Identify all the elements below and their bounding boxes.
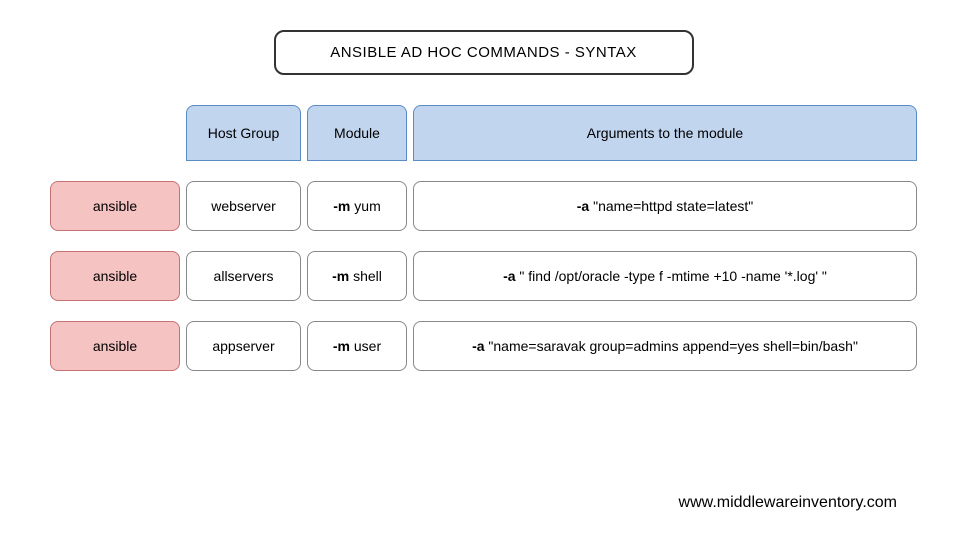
- module-name: shell: [353, 268, 382, 284]
- footer-attribution: www.middlewareinventory.com: [679, 494, 897, 512]
- args-flag: -a: [503, 268, 515, 284]
- header-row: Host Group Module Arguments to the modul…: [50, 105, 917, 161]
- host-cell: webserver: [186, 181, 301, 231]
- header-spacer: [50, 105, 180, 161]
- module-name: yum: [354, 198, 380, 214]
- header-hostgroup: Host Group: [186, 105, 301, 161]
- command-row: ansible webserver -m yum -a "name=httpd …: [50, 181, 917, 231]
- module-flag: -m: [333, 338, 350, 354]
- args-value: "name=httpd state=latest": [593, 198, 753, 214]
- args-cell: -a "name=httpd state=latest": [413, 181, 917, 231]
- host-cell: allservers: [186, 251, 301, 301]
- args-cell: -a "name=saravak group=admins append=yes…: [413, 321, 917, 371]
- module-cell: -m user: [307, 321, 407, 371]
- host-cell: appserver: [186, 321, 301, 371]
- command-row: ansible appserver -m user -a "name=sarav…: [50, 321, 917, 371]
- syntax-table: Host Group Module Arguments to the modul…: [50, 105, 917, 371]
- command-row: ansible allservers -m shell -a " find /o…: [50, 251, 917, 301]
- header-arguments: Arguments to the module: [413, 105, 917, 161]
- command-cell: ansible: [50, 251, 180, 301]
- args-value: " find /opt/oracle -type f -mtime +10 -n…: [519, 268, 826, 284]
- module-flag: -m: [333, 198, 350, 214]
- command-cell: ansible: [50, 321, 180, 371]
- args-cell: -a " find /opt/oracle -type f -mtime +10…: [413, 251, 917, 301]
- command-cell: ansible: [50, 181, 180, 231]
- diagram-title: ANSIBLE AD HOC COMMANDS - SYNTAX: [274, 30, 694, 75]
- header-module: Module: [307, 105, 407, 161]
- module-flag: -m: [332, 268, 349, 284]
- args-value: "name=saravak group=admins append=yes sh…: [488, 338, 858, 354]
- module-cell: -m yum: [307, 181, 407, 231]
- module-cell: -m shell: [307, 251, 407, 301]
- args-flag: -a: [472, 338, 484, 354]
- module-name: user: [354, 338, 381, 354]
- args-flag: -a: [577, 198, 589, 214]
